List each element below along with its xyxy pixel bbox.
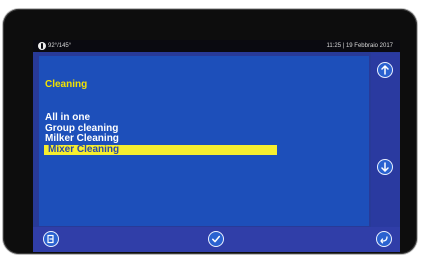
page-title: Cleaning bbox=[45, 79, 88, 90]
device-bezel: 92°/145° 11:25 | 19 Febbraio 2017 Cleani… bbox=[3, 9, 417, 254]
main-panel: Cleaning All in one Group cleaning Milke… bbox=[39, 56, 369, 226]
right-sidebar bbox=[371, 53, 400, 227]
time-date: 11:25 | 19 Febbraio 2017 bbox=[326, 43, 394, 49]
back-arrow-icon bbox=[380, 236, 388, 244]
cleaning-menu: All in one Group cleaning Milker Cleanin… bbox=[44, 112, 285, 155]
arrow-down-icon bbox=[381, 162, 389, 172]
arrow-up-icon bbox=[381, 65, 389, 75]
checkmark-icon bbox=[212, 235, 221, 243]
scroll-down-button[interactable] bbox=[377, 159, 393, 175]
scroll-up-button[interactable] bbox=[377, 62, 393, 78]
menu-item-milker-cleaning[interactable]: Milker Cleaning bbox=[45, 133, 285, 145]
status-left: 92°/145° bbox=[38, 40, 71, 52]
back-button[interactable] bbox=[376, 231, 392, 247]
info-icon bbox=[38, 42, 46, 50]
status-bar: 92°/145° 11:25 | 19 Febbraio 2017 bbox=[33, 40, 400, 52]
exit-button[interactable] bbox=[43, 231, 59, 247]
confirm-button[interactable] bbox=[208, 231, 224, 247]
exit-door-icon bbox=[47, 234, 54, 244]
angle-readout: 92°/145° bbox=[48, 43, 72, 49]
screen: 92°/145° 11:25 | 19 Febbraio 2017 Cleani… bbox=[33, 40, 400, 252]
menu-item-all-in-one[interactable]: All in one bbox=[45, 112, 285, 124]
bottom-bar bbox=[33, 227, 400, 252]
menu-item-mixer-cleaning[interactable]: Mixer Cleaning bbox=[44, 144, 277, 155]
